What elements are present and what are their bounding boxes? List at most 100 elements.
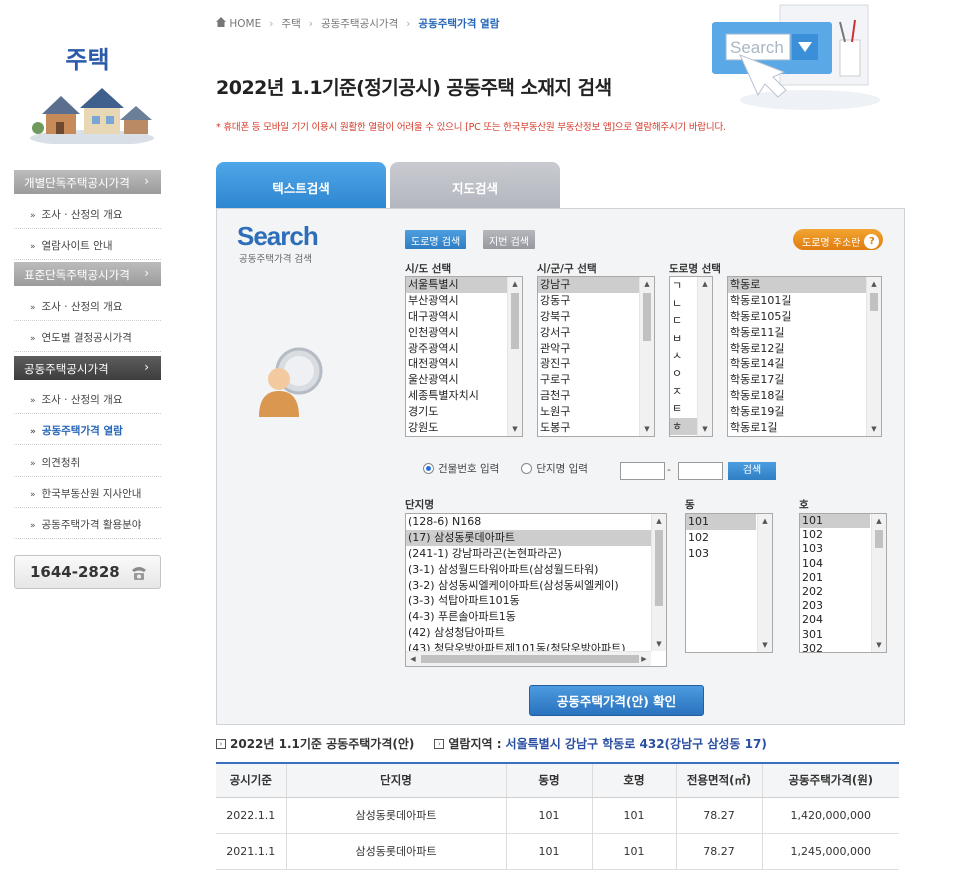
list-item[interactable]: (17) 삼성동롯데아파트 [406,529,666,546]
list-item[interactable]: 강서구 [538,325,654,341]
scrollbar[interactable]: ▲ ▼ [866,277,881,436]
sidebar-item-viewing-sites[interactable]: » 열람사이트 안내 [14,229,161,260]
list-item[interactable]: (3-1) 삼성월드타워아파트(삼성월드타워) [406,562,666,578]
list-item[interactable]: 강남구 [538,277,654,293]
building-number-radio[interactable] [423,463,434,474]
list-item[interactable]: 대전광역시 [406,356,522,372]
building-main-number-input[interactable] [620,462,665,480]
scroll-down-icon[interactable]: ▼ [872,638,886,652]
sigungu-select[interactable]: 강남구 강동구 강북구 강서구 관악구 광진구 구로구 금천구 노원구 도봉구 … [537,276,655,437]
tab-text-search[interactable]: 텍스트검색 [216,162,386,209]
scroll-thumb[interactable] [655,530,663,606]
list-item[interactable]: (42) 삼성청담아파트 [406,625,666,641]
sidebar-item-apartment-price-view[interactable]: » 공동주택가격 열람 [14,414,161,445]
list-item[interactable]: 학동로19길 [728,404,881,420]
scroll-down-icon[interactable]: ▼ [652,637,666,651]
scrollbar[interactable]: ▲ ▼ [697,277,712,436]
list-item[interactable]: 학동로18길 [728,388,881,404]
scroll-thumb[interactable] [643,293,651,341]
list-item[interactable]: 강동구 [538,293,654,309]
search-button[interactable]: 검색 [728,462,776,480]
scrollbar[interactable]: ▲ ▼ [871,514,886,652]
list-item[interactable]: 학동로105길 [728,309,881,325]
list-item[interactable]: 금천구 [538,388,654,404]
horizontal-scrollbar[interactable]: ◀ ▶ [406,651,651,666]
list-item[interactable]: 학동로14길 [728,356,881,372]
list-item[interactable]: (128-6) N168 [406,514,666,530]
breadcrumb-home[interactable]: HOME [216,17,261,30]
scroll-down-icon[interactable]: ▼ [508,422,522,436]
road-address-help-button[interactable]: 도로명 주소란 ? [793,229,884,250]
road-name-search-button[interactable]: 도로명 검색 [405,230,467,249]
list-item[interactable]: 경기도 [406,404,522,420]
list-item[interactable]: 서울특별시 [406,277,522,293]
confirm-price-button[interactable]: 공동주택가격(안) 확인 [529,685,704,716]
list-item[interactable]: 광진구 [538,356,654,372]
sidebar-section-individual[interactable]: 개별단독주택공시가격 › [14,170,161,194]
scrollbar[interactable]: ▲ ▼ [651,514,666,651]
list-item[interactable]: 부산광역시 [406,293,522,309]
list-item[interactable]: 인천광역시 [406,325,522,341]
scroll-up-icon[interactable]: ▲ [872,514,886,528]
initial-consonant-select[interactable]: ㄱ ㄴ ㄷ ㅂ ㅅ ㅇ ㅈ ㅌ ㅎ ▲ ▼ [669,276,713,437]
list-item[interactable]: (3-3) 석탑아파트101동 [406,593,666,609]
list-item[interactable]: (241-1) 강남파라곤(논현파라곤) [406,546,666,562]
list-item[interactable]: 울산광역시 [406,372,522,388]
sidebar-item-yearly-prices[interactable]: » 연도별 결정공시가격 [14,321,161,352]
road-name-select[interactable]: 학동로 학동로101길 학동로105길 학동로11길 학동로12길 학동로14길… [727,276,882,437]
scroll-up-icon[interactable]: ▲ [652,514,666,528]
breadcrumb-housing[interactable]: 주택 [281,16,300,31]
scroll-down-icon[interactable]: ▼ [640,422,654,436]
scroll-down-icon[interactable]: ▼ [698,422,712,436]
scrollbar[interactable]: ▲ ▼ [507,277,522,436]
list-item[interactable]: (4-3) 푸른솔아파트1동 [406,609,666,625]
scroll-up-icon[interactable]: ▲ [867,277,881,291]
ho-select[interactable]: 101 102 103 104 201 202 203 204 301 302 … [799,513,887,653]
scroll-left-icon[interactable]: ◀ [406,652,420,666]
sidebar-item-survey-overview[interactable]: » 조사 · 산정의 개요 [14,383,161,414]
dong-select[interactable]: 101 102 103 ▲ ▼ [685,513,773,653]
scrollbar[interactable]: ▲ ▼ [639,277,654,436]
list-item[interactable]: 학동로1길 [728,420,881,436]
scroll-up-icon[interactable]: ▲ [698,277,712,291]
list-item[interactable]: 대구광역시 [406,309,522,325]
tab-map-search[interactable]: 지도검색 [390,162,560,209]
scroll-thumb[interactable] [421,655,639,663]
scroll-thumb[interactable] [875,530,883,548]
lot-number-search-button[interactable]: 지번 검색 [483,230,535,249]
building-sub-number-input[interactable] [678,462,723,480]
scroll-up-icon[interactable]: ▲ [640,277,654,291]
breadcrumb-apartment-price[interactable]: 공동주택공시가격 [321,16,398,31]
scrollbar[interactable]: ▲ ▼ [757,514,772,652]
list-item[interactable]: 관악구 [538,341,654,357]
list-item[interactable]: 도봉구 [538,420,654,436]
sidebar-item-survey-overview[interactable]: » 조사 · 산정의 개요 [14,198,161,229]
scroll-right-icon[interactable]: ▶ [637,652,651,666]
list-item[interactable]: 광주광역시 [406,341,522,357]
list-item[interactable]: 강북구 [538,309,654,325]
list-item[interactable]: ㅎ [670,417,697,436]
list-item[interactable]: 세종특별자치시 [406,388,522,404]
complex-name-radio[interactable] [521,463,533,474]
list-item[interactable]: 노원구 [538,404,654,420]
list-item[interactable]: 학동로101길 [728,293,881,309]
list-item[interactable]: 학동로12길 [728,341,881,357]
list-item[interactable]: 학동로 [728,277,881,293]
list-item[interactable]: 학동로11길 [728,325,881,341]
sidebar-item-opinion[interactable]: » 의견청취 [14,446,161,477]
list-item[interactable]: (3-2) 삼성동씨엘케이아파트(삼성동씨엘케이) [406,578,666,594]
sidebar-item-survey-overview[interactable]: » 조사 · 산정의 개요 [14,290,161,321]
scroll-thumb[interactable] [511,293,519,349]
sidebar-section-apartment[interactable]: 공동주택공시가격 › [14,356,161,380]
sidebar-section-standard[interactable]: 표준단독주택공시가격 › [14,262,161,286]
scroll-down-icon[interactable]: ▼ [758,638,772,652]
scroll-down-icon[interactable]: ▼ [867,422,881,436]
scroll-up-icon[interactable]: ▲ [508,277,522,291]
sidebar-item-branches[interactable]: » 한국부동산원 지사안내 [14,477,161,508]
list-item[interactable]: 구로구 [538,372,654,388]
sido-select[interactable]: 서울특별시 부산광역시 대구광역시 인천광역시 광주광역시 대전광역시 울산광역… [405,276,523,437]
list-item[interactable]: 101 [686,514,756,530]
list-item[interactable]: 101 [800,514,870,529]
scroll-up-icon[interactable]: ▲ [758,514,772,528]
sidebar-item-usage[interactable]: » 공동주택가격 활용분야 [14,508,161,539]
